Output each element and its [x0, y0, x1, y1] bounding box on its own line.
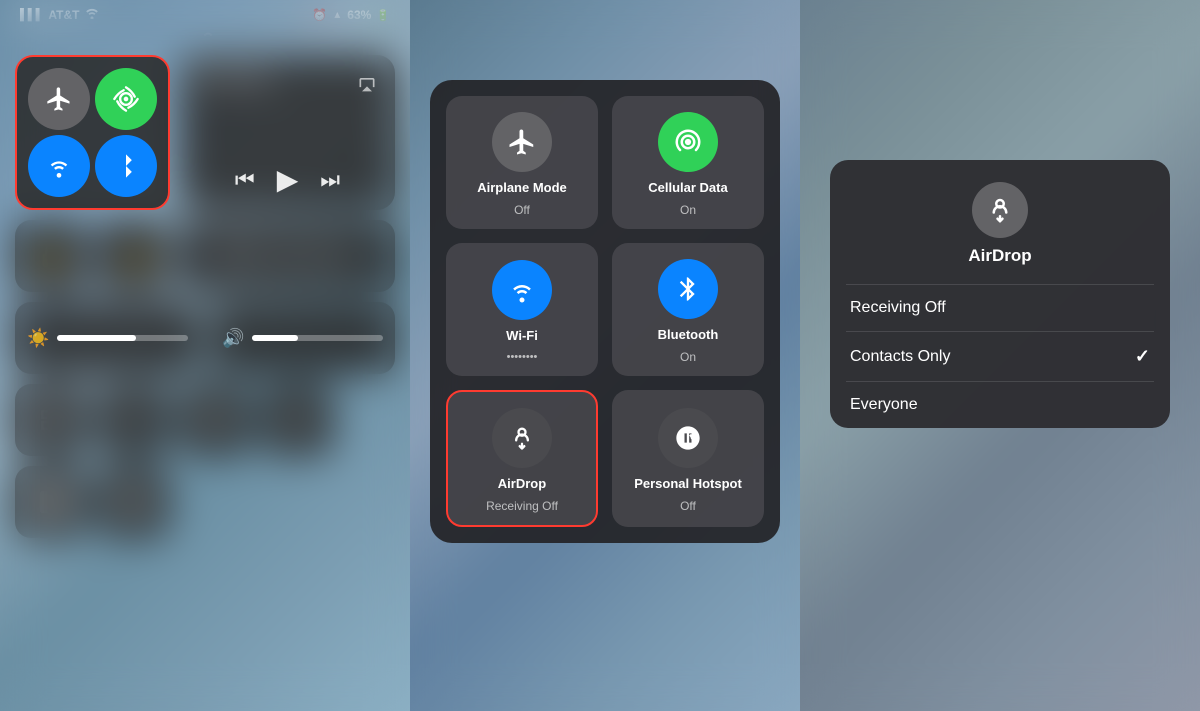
connectivity-block[interactable]	[15, 55, 170, 210]
everyone-label: Everyone	[850, 396, 918, 414]
airdrop-menu-title: AirDrop	[968, 246, 1031, 266]
play-btn[interactable]: ▶	[277, 163, 299, 196]
brightness-bar	[57, 335, 188, 341]
airplane-label: Airplane Mode	[477, 180, 567, 195]
hotspot-icon-circle	[658, 408, 718, 468]
volume-icon: 🔊	[222, 328, 244, 349]
volume-fill	[252, 335, 298, 341]
cellular-icon-circle	[658, 112, 718, 172]
receiving-off-option[interactable]: Receiving Off	[830, 285, 1170, 331]
airplane-sublabel: Off	[514, 203, 530, 217]
contacts-only-label: Contacts Only	[850, 348, 950, 366]
airplane-btn[interactable]	[28, 68, 90, 130]
hotspot-label: Personal Hotspot	[634, 476, 742, 491]
airdrop-sublabel: Receiving Off	[486, 499, 558, 513]
volume-bar	[252, 335, 383, 341]
airdrop-icon-circle	[492, 408, 552, 468]
hotspot-btn[interactable]: Personal Hotspot Off	[612, 390, 764, 527]
wifi-icon-circle	[492, 260, 552, 320]
cellular-label: Cellular Data	[648, 180, 727, 195]
bluetooth-sublabel: On	[680, 350, 696, 364]
cellular-data-btn[interactable]: Cellular Data On	[612, 96, 764, 229]
everyone-option[interactable]: Everyone	[830, 382, 1170, 428]
airplay-btn[interactable]	[353, 69, 381, 97]
airdrop-exp-btn[interactable]: AirDrop Receiving Off	[446, 390, 598, 527]
bluetooth-label: Bluetooth	[658, 327, 719, 342]
airdrop-menu-icon	[972, 182, 1028, 238]
airdrop-menu: AirDrop Receiving Off Contacts Only ✓ Ev…	[830, 160, 1170, 428]
wifi-exp-btn[interactable]: Wi-Fi ••••••••	[446, 243, 598, 376]
expanded-control-center: Airplane Mode Off Cellular Data On	[430, 80, 780, 543]
prev-btn[interactable]: ⏮	[235, 167, 255, 193]
bluetooth-icon-circle	[658, 259, 718, 319]
airplane-icon-circle	[492, 112, 552, 172]
left-panel: ▌▌▌ AT&T ⏰ ▲ 63% 🔋	[0, 0, 410, 711]
contacts-only-option[interactable]: Contacts Only ✓	[830, 332, 1170, 381]
brightness-icon: ☀️	[27, 328, 49, 349]
wifi-btn-left[interactable]	[28, 135, 90, 197]
right-panel: AirDrop Receiving Off Contacts Only ✓ Ev…	[800, 0, 1200, 711]
bluetooth-exp-btn[interactable]: Bluetooth On	[612, 243, 764, 376]
hotspot-sublabel: Off	[680, 499, 696, 513]
cellular-btn[interactable]	[95, 68, 157, 130]
contacts-only-checkmark: ✓	[1135, 346, 1150, 367]
brightness-fill	[57, 335, 135, 341]
next-btn[interactable]: ⏭	[320, 167, 340, 193]
airplane-mode-btn[interactable]: Airplane Mode Off	[446, 96, 598, 229]
receiving-off-label: Receiving Off	[850, 299, 946, 317]
airdrop-label: AirDrop	[498, 476, 546, 491]
bluetooth-btn-left[interactable]	[95, 135, 157, 197]
wifi-label: Wi-Fi	[506, 328, 538, 343]
airdrop-header: AirDrop	[830, 160, 1170, 284]
wifi-sublabel: ••••••••	[507, 351, 538, 363]
cellular-sublabel: On	[680, 203, 696, 217]
middle-panel: Airplane Mode Off Cellular Data On	[410, 0, 800, 711]
